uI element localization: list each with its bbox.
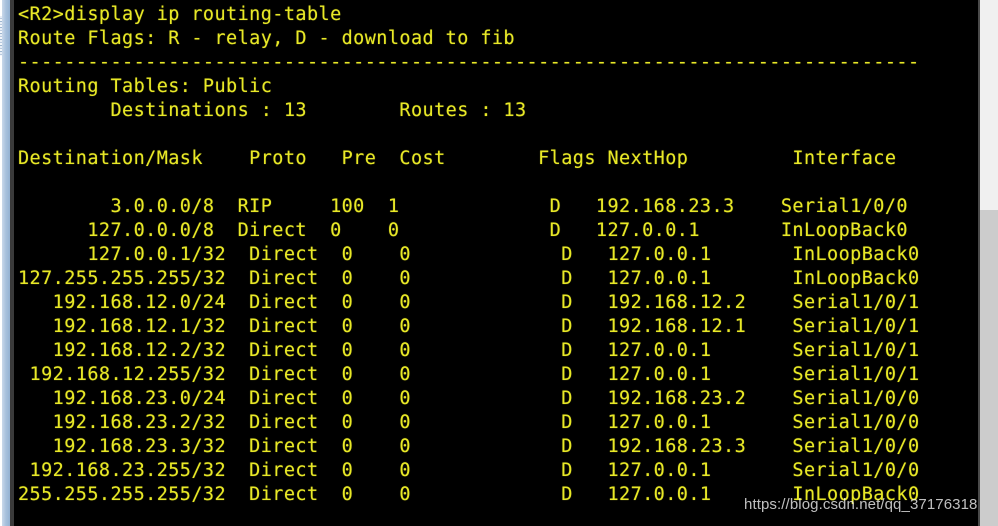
routing-table-scope: Routing Tables: Public bbox=[18, 76, 273, 97]
route-table-row: 192.168.23.2/32 Direct 0 0 D 127.0.0.1 S… bbox=[18, 412, 920, 433]
route-table-row: 3.0.0.0/8 RIP 100 1 D 192.168.23.3 Seria… bbox=[18, 196, 908, 217]
route-flags-legend: Route Flags: R - relay, D - download to … bbox=[18, 28, 515, 49]
route-summary-line: Destinations : 13 Routes : 13 bbox=[18, 100, 527, 121]
table-header-row: Destination/Mask Proto Pre Cost Flags Ne… bbox=[18, 148, 897, 169]
separator-rule: ----------------------------------------… bbox=[18, 52, 920, 73]
route-table-row: 192.168.23.3/32 Direct 0 0 D 192.168.23.… bbox=[18, 436, 920, 457]
route-table-row: 127.0.0.1/32 Direct 0 0 D 127.0.0.1 InLo… bbox=[18, 244, 920, 265]
route-table-row: 192.168.23.0/24 Direct 0 0 D 192.168.23.… bbox=[18, 388, 920, 409]
route-table-row: 127.0.0.0/8 Direct 0 0 D 127.0.0.1 InLoo… bbox=[18, 220, 908, 241]
route-table-row: 192.168.12.0/24 Direct 0 0 D 192.168.12.… bbox=[18, 292, 920, 313]
watermark-text: https://blog.csdn.net/qq_37176318 bbox=[744, 496, 978, 513]
route-table-row: 192.168.12.1/32 Direct 0 0 D 192.168.12.… bbox=[18, 316, 920, 337]
route-table-row: 192.168.12.2/32 Direct 0 0 D 127.0.0.1 S… bbox=[18, 340, 920, 361]
route-table-row: 192.168.23.255/32 Direct 0 0 D 127.0.0.1… bbox=[18, 460, 920, 481]
window-left-edge bbox=[0, 0, 14, 526]
scrollbar-thumb[interactable] bbox=[980, 0, 998, 210]
command-prompt-line: <R2>display ip routing-table bbox=[18, 4, 342, 25]
terminal-window: <R2>display ip routing-table Route Flags:… bbox=[0, 0, 998, 526]
window-border-band bbox=[2, 0, 10, 526]
vertical-scrollbar[interactable] bbox=[978, 0, 998, 526]
route-table-row: 127.255.255.255/32 Direct 0 0 D 127.0.0.… bbox=[18, 268, 920, 289]
route-table-row: 192.168.12.255/32 Direct 0 0 D 127.0.0.1… bbox=[18, 364, 920, 385]
window-inner-border bbox=[10, 0, 14, 526]
terminal-output[interactable]: <R2>display ip routing-table Route Flags:… bbox=[14, 0, 978, 526]
